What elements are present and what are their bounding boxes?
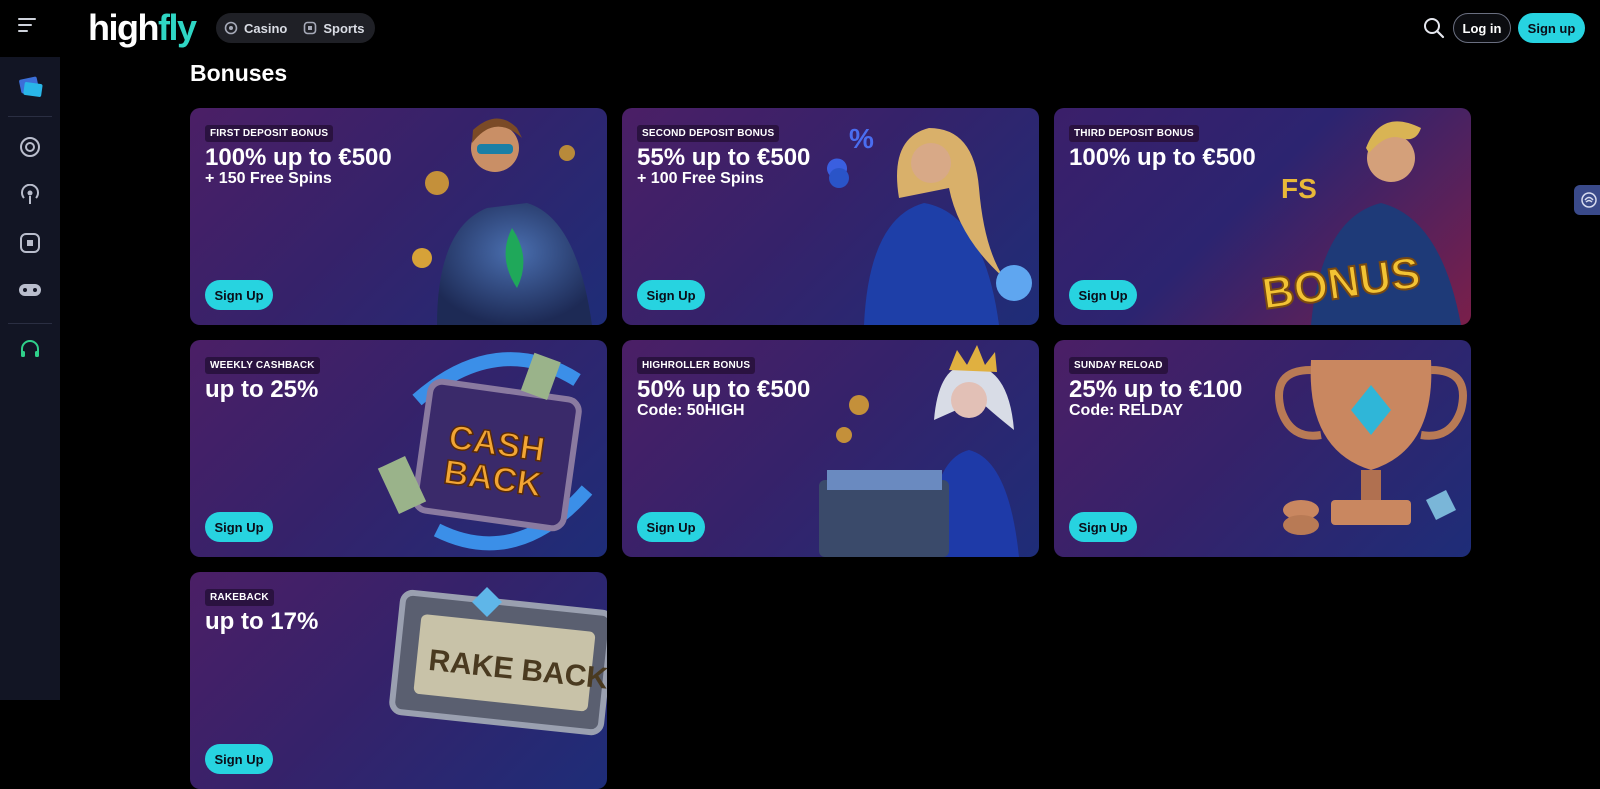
nav-casino-label: Casino <box>244 20 288 36</box>
sidebar <box>0 57 60 700</box>
sports-ball-icon[interactable] <box>15 228 45 258</box>
bonus-badge: THIRD DEPOSIT BONUS <box>1069 125 1199 142</box>
logo-text-fly: fly <box>157 7 197 48</box>
bonus-subline: + 100 Free Spins <box>637 170 764 187</box>
bonus-headline: 55% up to €500 <box>637 144 811 171</box>
blue-suit-woman-illustration: % <box>827 123 1032 325</box>
nav-sports[interactable]: Sports <box>303 20 365 36</box>
queen-treasure-illustration <box>819 345 1019 557</box>
top-nav: Casino Sports <box>216 13 375 43</box>
nav-casino[interactable]: Casino <box>224 21 287 36</box>
sidebar-divider <box>8 116 52 117</box>
bonus-headline: 100% up to €500 <box>205 144 392 171</box>
bonus-badge: HIGHROLLER BONUS <box>637 357 756 374</box>
login-button[interactable]: Log in <box>1453 13 1511 43</box>
superhero-illustration <box>412 118 592 325</box>
bonus-signup-button[interactable]: Sign Up <box>637 512 705 542</box>
signup-button[interactable]: Sign up <box>1518 13 1585 43</box>
support-headset-icon[interactable] <box>15 335 45 365</box>
cashback-illustration: CASH BACK <box>377 352 593 551</box>
rakeback-illustration: RAKE BACK <box>389 587 607 736</box>
bonus-hero-illustration: FS BONUS <box>1258 121 1461 325</box>
logo-text-high: high <box>88 7 159 48</box>
bonus-card-sunday-reload[interactable]: SUNDAY RELOAD 25% up to €100 Code: RELDA… <box>1054 340 1471 557</box>
bonus-badge: FIRST DEPOSIT BONUS <box>205 125 334 142</box>
sports-ball-icon <box>304 21 317 35</box>
nav-sports-label: Sports <box>323 20 365 36</box>
top-header: highfly Casino Sports Log in Sign up <box>0 0 1600 57</box>
bonus-headline: 100% up to €500 <box>1069 144 1256 171</box>
bonus-headline: up to 17% <box>205 608 319 635</box>
bonus-badge: WEEKLY CASHBACK <box>205 357 320 374</box>
bonus-headline: 25% up to €100 <box>1069 376 1243 403</box>
bonus-headline: up to 25% <box>205 376 319 403</box>
bonus-subline: Code: 50HIGH <box>637 402 745 419</box>
page-title: Bonuses <box>190 60 288 86</box>
gamepad-icon[interactable] <box>15 275 45 305</box>
bonus-card-rakeback[interactable]: RAKE BACK RAKEBACK up to 17% Sign Up <box>190 572 607 789</box>
bonus-signup-button[interactable]: Sign Up <box>637 280 705 310</box>
bonus-card-highroller[interactable]: HIGHROLLER BONUS 50% up to €500 Code: 50… <box>622 340 1039 557</box>
fs-text: FS <box>1281 173 1317 204</box>
hamburger-menu-icon[interactable] <box>18 18 40 38</box>
bonus-card-first-deposit[interactable]: FIRST DEPOSIT BONUS 100% up to €500 + 15… <box>190 108 607 325</box>
casino-chip-icon[interactable] <box>15 132 45 162</box>
bonus-badge: RAKEBACK <box>205 589 274 606</box>
bonus-signup-button[interactable]: Sign Up <box>205 744 273 774</box>
live-broadcast-icon[interactable] <box>15 180 45 210</box>
bonus-headline: 50% up to €500 <box>637 376 811 403</box>
bonus-signup-button[interactable]: Sign Up <box>1069 512 1137 542</box>
promo-cards-icon[interactable] <box>15 72 45 102</box>
logo[interactable]: highfly <box>88 7 197 48</box>
search-icon[interactable] <box>1423 17 1445 39</box>
casino-chip-icon <box>224 21 238 35</box>
bonus-signup-button[interactable]: Sign Up <box>1069 280 1137 310</box>
bonus-card-third-deposit[interactable]: FS BONUS THIRD DEPOSIT BONUS 100% up to … <box>1054 108 1471 325</box>
svg-text:%: % <box>849 123 874 154</box>
sidebar-divider <box>8 323 52 324</box>
bonus-signup-button[interactable]: Sign Up <box>205 512 273 542</box>
bonus-card-weekly-cashback[interactable]: CASH BACK WEEKLY CASHBACK up to 25% Sign… <box>190 340 607 557</box>
bonus-badge: SECOND DEPOSIT BONUS <box>637 125 780 142</box>
trophy-illustration <box>1275 360 1467 535</box>
help-widget-icon[interactable] <box>1574 185 1600 215</box>
bonus-badge: SUNDAY RELOAD <box>1069 357 1168 374</box>
bonus-signup-button[interactable]: Sign Up <box>205 280 273 310</box>
bonus-subline: Code: RELDAY <box>1069 402 1184 419</box>
bonus-card-second-deposit[interactable]: % SECOND DEPOSIT BONUS 55% up to €500 + … <box>622 108 1039 325</box>
bonus-subline: + 150 Free Spins <box>205 170 332 187</box>
